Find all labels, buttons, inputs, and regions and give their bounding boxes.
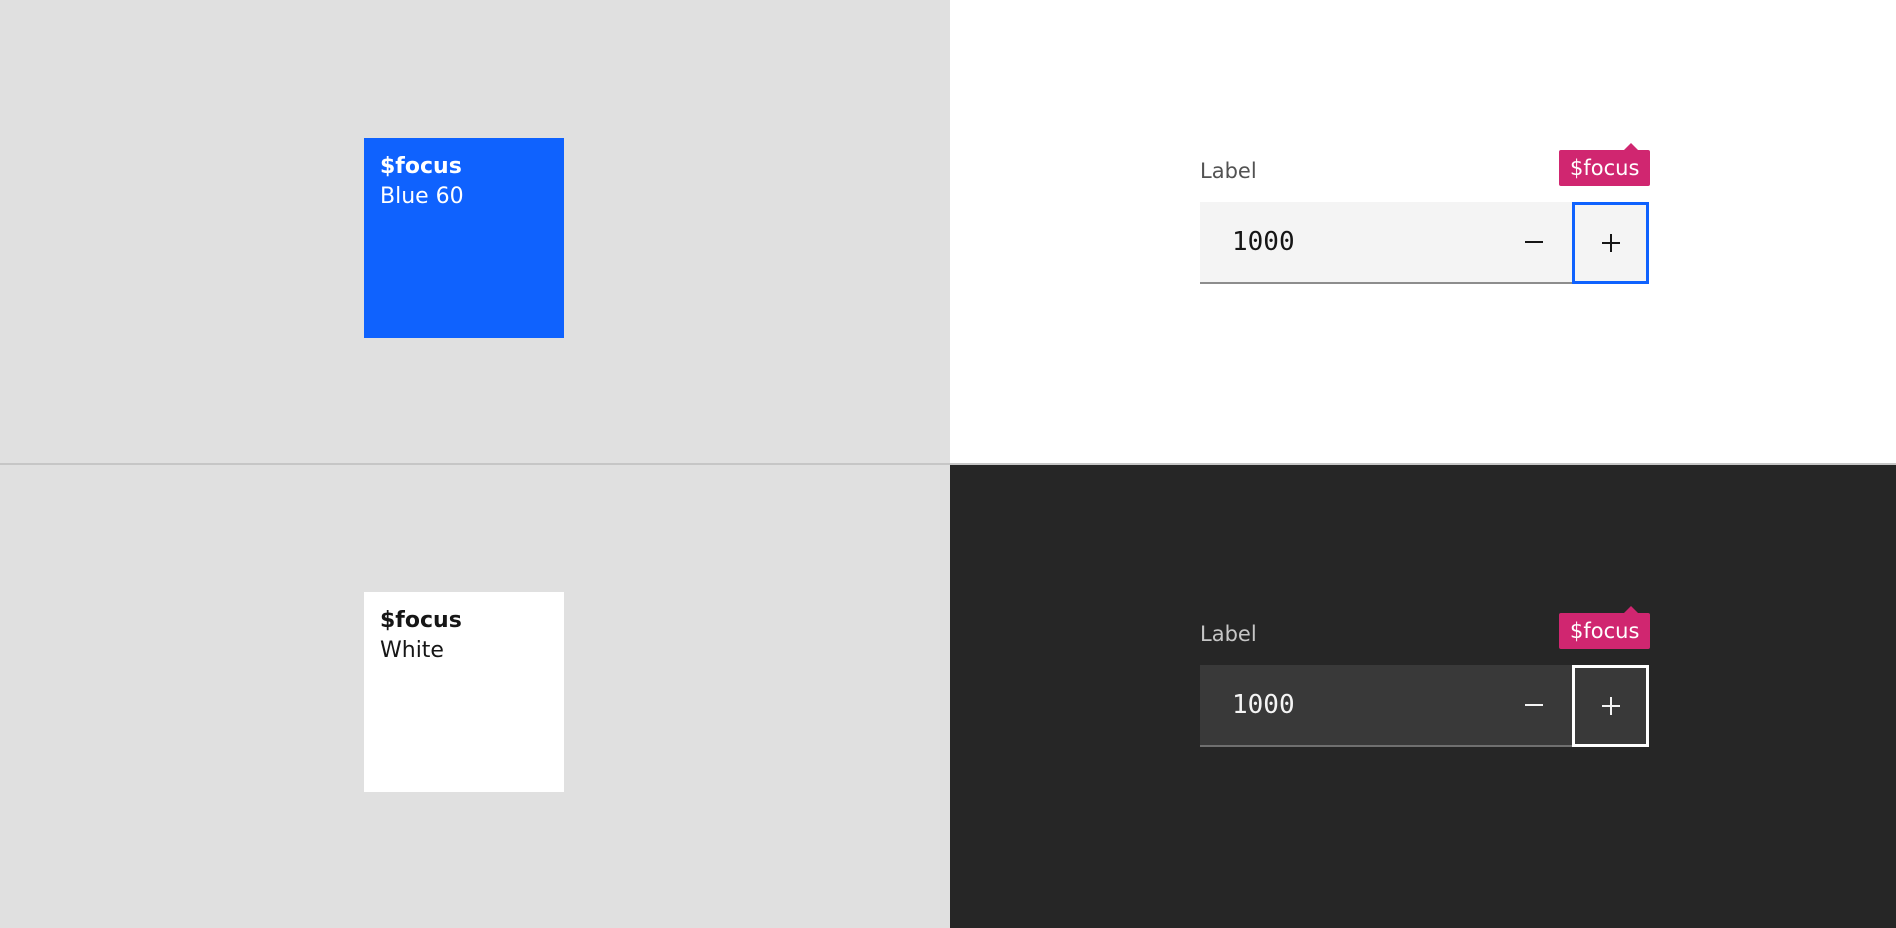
plus-icon [1601,697,1620,715]
number-input-value[interactable]: 1000 [1200,202,1495,282]
swatch-token: $focus [380,154,462,179]
plus-icon [1601,234,1620,252]
swatch-color-name: White [380,638,444,663]
focus-annotation-tag: $focus [1559,606,1651,649]
decrement-button[interactable] [1495,202,1572,282]
number-input-field: 1000 [1200,202,1649,284]
number-input-value[interactable]: 1000 [1200,665,1495,745]
minus-icon [1524,696,1543,714]
light-example-panel: Label 1000 $focus [950,0,1896,463]
focus-annotation-tag: $focus [1559,143,1651,186]
focus-swatch-blue-60: $focus Blue 60 [364,138,564,338]
focus-color-spec: $focus Blue 60 Label 1000 $focus $focus … [0,0,1896,928]
increment-button-focused[interactable] [1572,202,1649,284]
increment-button-focused[interactable] [1572,665,1649,747]
swatch-token: $focus [380,608,462,633]
dark-example-panel: Label 1000 $focus [950,465,1896,928]
light-swatch-panel: $focus Blue 60 [0,0,950,463]
number-input-field: 1000 [1200,665,1649,747]
swatch-color-name: Blue 60 [380,184,464,209]
minus-icon [1524,233,1543,251]
decrement-button[interactable] [1495,665,1572,745]
focus-swatch-white: $focus White [364,592,564,792]
dark-swatch-panel: $focus White [0,465,950,928]
